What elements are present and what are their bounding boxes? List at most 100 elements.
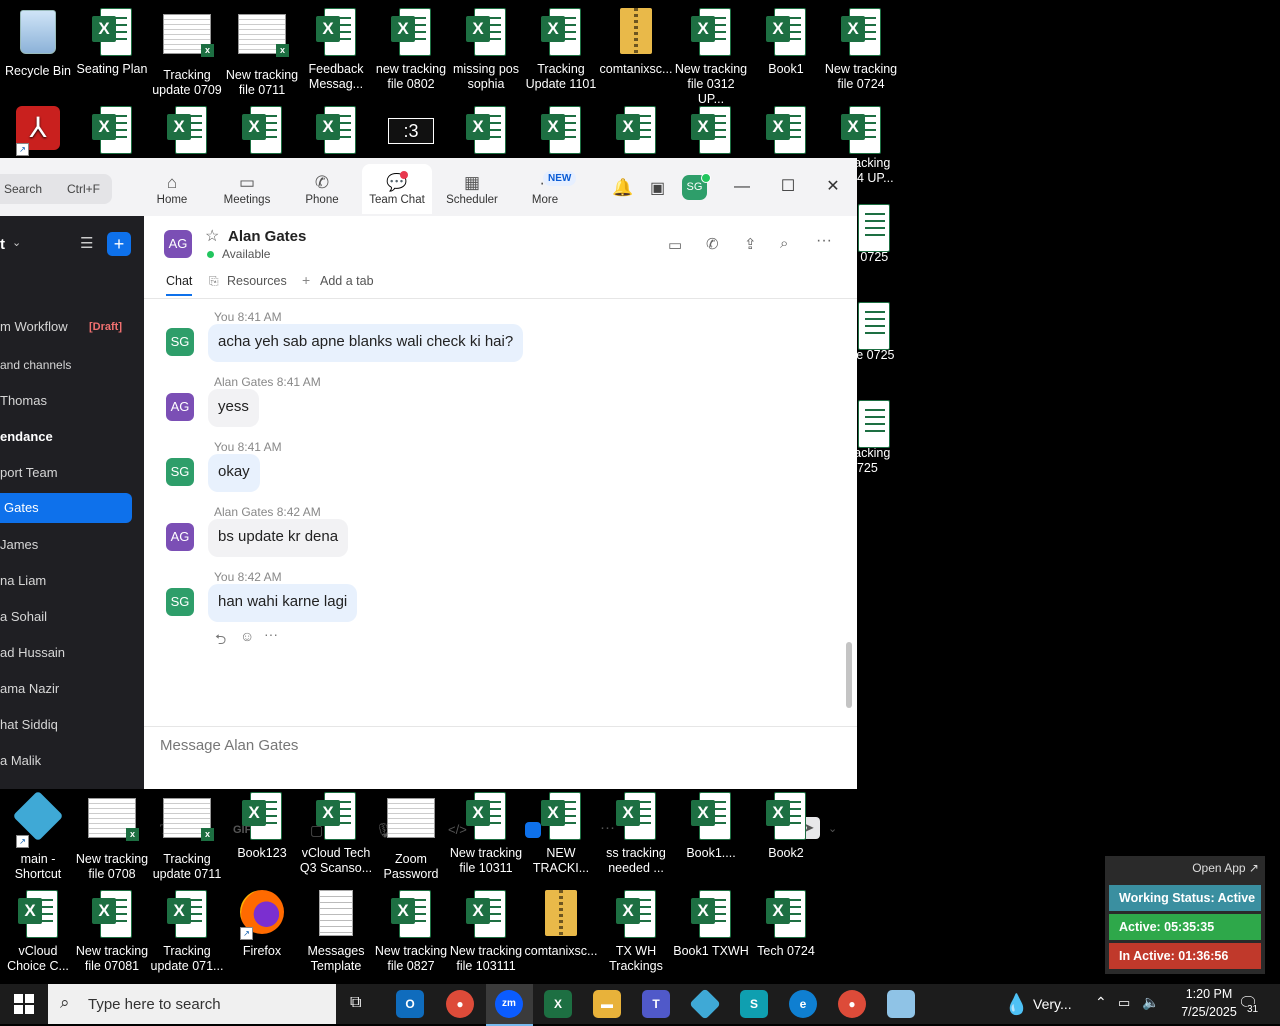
chrome-icon[interactable]: ● [446,990,474,1018]
maximize-button[interactable]: ☐ [773,172,803,202]
sidebar-item[interactable]: hat Siddiq [0,710,140,740]
desktop-icon[interactable]: Xss tracking needed ... [598,792,674,876]
desktop-icon[interactable]: X Book123 [224,792,300,861]
chrome-icon[interactable]: ● [838,990,866,1018]
desktop-icon[interactable]: X [598,106,674,160]
desktop-icon[interactable]: Messages Template [298,890,374,974]
desktop-icon[interactable]: x New tracking file 0708 [74,792,150,882]
chevron-up-icon[interactable]: ⌃ [1095,994,1107,1011]
desktop-icon[interactable]: X New tracking file 0724 [823,8,899,92]
share-screen-icon[interactable]: ⇪ [744,235,757,253]
desktop-icon[interactable]: X NEW TRACKI... [523,792,599,876]
message-bubble[interactable]: han wahi karne lagi [208,584,358,622]
desktop-icon[interactable]: x New tracking file 0711 [224,8,300,98]
contact-name[interactable]: Alan Gates [228,228,306,245]
sidebar-item[interactable]: James [0,530,140,560]
sidebar-item[interactable]: a Malik [0,746,140,776]
desktop-icon[interactable]: X [149,106,225,160]
desktop-icon-recycle-bin[interactable]: Recycle Bin [0,8,76,79]
sidebar-item[interactable]: and channels [0,350,140,380]
emoji-icon[interactable]: ☺ [240,628,254,644]
contact-avatar[interactable]: AG [164,230,192,258]
zoom-icon[interactable]: zm [495,990,523,1018]
desktop-icon[interactable]: X Book1.... [673,792,749,861]
bell-icon[interactable]: 🔔 [612,178,633,198]
sidebar-item[interactable]: ama Nazir [0,674,140,704]
desktop-icon[interactable]: X missing pos sophia [448,8,524,92]
close-button[interactable]: ✕ [818,172,848,202]
taskbar-search[interactable]: ⌕ Type here to search [48,984,336,1024]
subtab-resources[interactable]: Resources [227,274,287,288]
desktop-icon[interactable]: X New tracking file 07081 [74,890,150,974]
chevron-down-icon[interactable]: ⌄ [12,236,21,249]
desktop-icon[interactable]: X Tracking Update 1101 [523,8,599,92]
app-icon[interactable] [887,990,915,1018]
edge-icon[interactable]: e [789,990,817,1018]
app-icon[interactable] [689,988,721,1020]
desktop-icon[interactable]: XvCloud Choice C... [0,890,76,974]
clock-time[interactable]: 1:20 PM [1174,987,1244,1001]
task-view-icon[interactable]: ⧉ [350,994,361,1012]
search-icon[interactable]: ⌕ [780,235,788,252]
desktop-icon[interactable]: X new tracking file 0802 [373,8,449,92]
phone-call-icon[interactable]: ✆ [706,235,719,253]
message-input[interactable]: Message Alan Gates [160,737,298,754]
sidebar-item[interactable]: Thomas [0,386,140,416]
desktop-icon[interactable]: x Tracking update 0709 [149,8,225,98]
sidebar-item[interactable]: na Liam [0,566,140,596]
more-actions-icon[interactable]: ··· [264,626,278,642]
video-call-icon[interactable]: ▭ [668,236,682,254]
sidebar-header[interactable]: t [0,236,5,253]
subtab-add[interactable]: Add a tab [320,274,374,288]
desktop-icon[interactable]: X [224,106,300,160]
desktop-icon[interactable]: X [74,106,150,160]
desktop-icon-partial[interactable]: racking 24 UP... [850,156,906,186]
avatar[interactable]: SG [166,588,194,616]
desktop-icon[interactable]: comtanixsc... [598,8,674,77]
desktop-icon-partial[interactable]: ce 0725 [850,302,906,363]
desktop-icon[interactable]: X Book2 [748,792,824,861]
desktop-icon[interactable]: ↗ main - Shortcut [0,790,76,882]
scrollbar[interactable] [846,642,852,708]
tab-team-chat[interactable]: 💬 Team Chat [362,164,432,214]
desktop-icon[interactable]: X [298,106,374,160]
chevron-down-icon[interactable]: ⌄ [828,822,837,835]
desktop-icon[interactable]: X [448,106,524,160]
message-bubble[interactable]: bs update kr dena [208,519,349,557]
desktop-icon[interactable]: X Tracking update 071... [149,890,225,974]
desktop-icon[interactable]: X New tracking file 10311 [448,792,524,876]
desktop-icon[interactable]: X Feedback Messag... [298,8,374,92]
reply-icon[interactable]: ⮌ [215,629,226,653]
sidebar-item-selected[interactable]: Gates [0,493,132,523]
desktop-icon-acrobat[interactable]: ⅄ ↗ [0,106,76,160]
desktop-icon[interactable]: X [823,106,899,160]
message-bubble[interactable]: yess [208,389,259,427]
desktop-icon[interactable]: X New tracking file 0312 UP... [673,8,749,107]
tab-meetings[interactable]: ▭ Meetings [212,164,282,214]
open-app-button[interactable]: Open App ↗ [1192,861,1259,875]
calendar-icon[interactable]: ▣ [650,178,665,198]
subtab-chat[interactable]: Chat [166,274,193,296]
sidebar-item[interactable]: port Team [0,458,140,488]
desktop-icon[interactable]: X Book1 [748,8,824,77]
desktop-icon[interactable]: X TX WH Trackings [598,890,674,974]
avatar[interactable]: AG [166,393,194,421]
search-box[interactable]: Search Ctrl+F [0,174,112,204]
desktop-icon[interactable]: X New tracking file 0827 [373,890,449,974]
file-explorer-icon[interactable]: ▬ [593,990,621,1018]
message-bubble[interactable]: acha yeh sab apne blanks wali check ki h… [208,324,524,362]
tab-home[interactable]: ⌂ Home [137,164,207,214]
filter-icon[interactable]: ☰ [80,234,93,252]
minimize-button[interactable]: — [727,172,757,202]
desktop-icon[interactable]: ↗ Firefox [224,890,300,959]
desktop-icon[interactable]: XvCloud Tech Q3 Scanso... [298,792,374,876]
desktop-icon[interactable]: X New tracking file 103111 [448,890,524,974]
avatar[interactable]: AG [166,523,194,551]
message-bubble[interactable]: okay [208,454,260,492]
desktop-icon[interactable]: comtanixsc... [523,890,599,959]
sidebar-item[interactable]: a Sohail [0,602,140,632]
star-icon[interactable]: ☆ [205,226,219,246]
teams-icon[interactable]: T [642,990,670,1018]
desktop-icon[interactable]: X [523,106,599,160]
desktop-icon[interactable]: x Tracking update 0711 [149,792,225,882]
